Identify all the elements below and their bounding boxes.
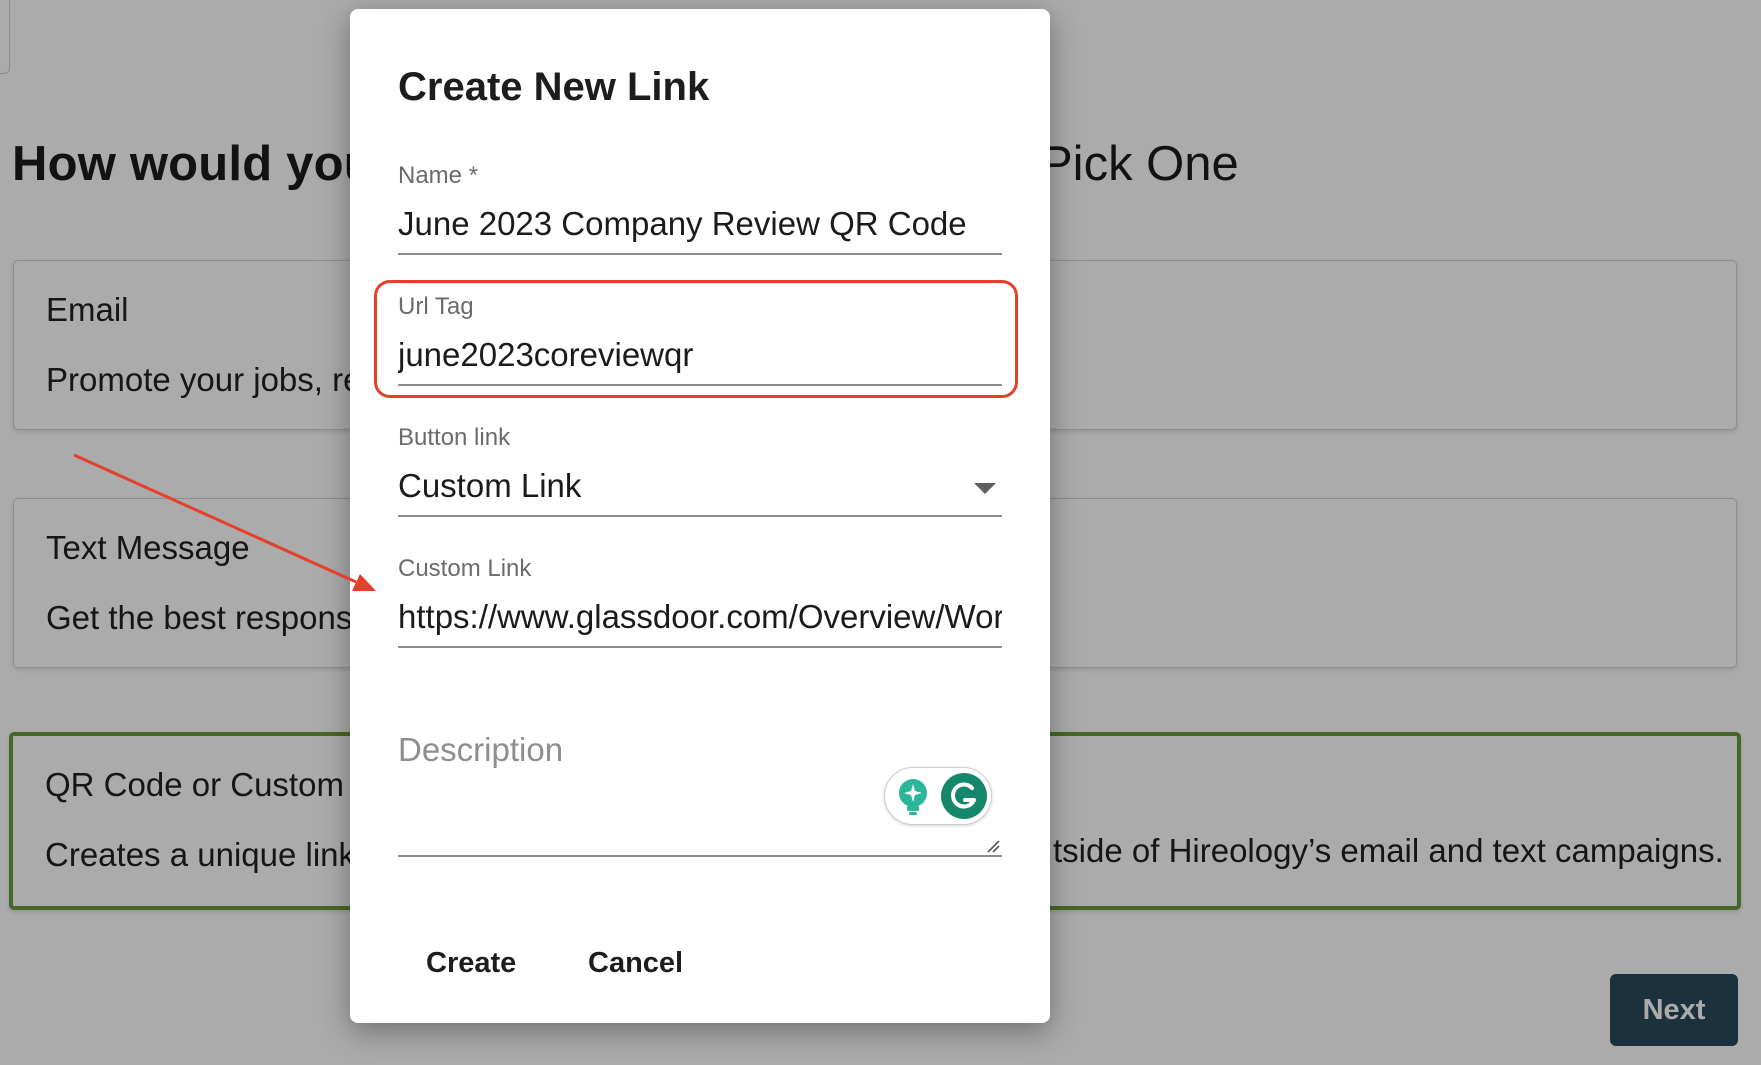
button-link-select[interactable]: Custom Link — [398, 461, 1002, 517]
dialog-title: Create New Link — [398, 65, 710, 109]
cancel-button[interactable]: Cancel — [574, 935, 697, 991]
grammarly-widget[interactable] — [884, 767, 992, 825]
custom-link-field: Custom Link — [398, 552, 1002, 648]
create-button[interactable]: Create — [412, 935, 530, 991]
custom-link-input[interactable] — [398, 592, 1002, 648]
url-tag-field: Url Tag — [398, 290, 1002, 386]
button-link-label: Button link — [398, 424, 511, 451]
dropdown-caret-icon — [974, 483, 996, 494]
name-input[interactable] — [398, 199, 1002, 255]
resize-grip-icon[interactable] — [986, 839, 1000, 853]
lightbulb-icon[interactable] — [897, 778, 929, 816]
url-tag-input[interactable] — [398, 330, 1002, 386]
url-tag-label: Url Tag — [398, 293, 474, 320]
grammarly-icon[interactable] — [941, 773, 987, 819]
button-link-value: Custom Link — [398, 467, 582, 504]
create-link-dialog: Create New Link Name * Url Tag Button li… — [350, 9, 1050, 1023]
button-link-field: Button link Custom Link — [398, 421, 1002, 517]
name-field: Name * — [398, 159, 1002, 255]
custom-link-label: Custom Link — [398, 555, 532, 582]
name-label: Name * — [398, 162, 479, 189]
